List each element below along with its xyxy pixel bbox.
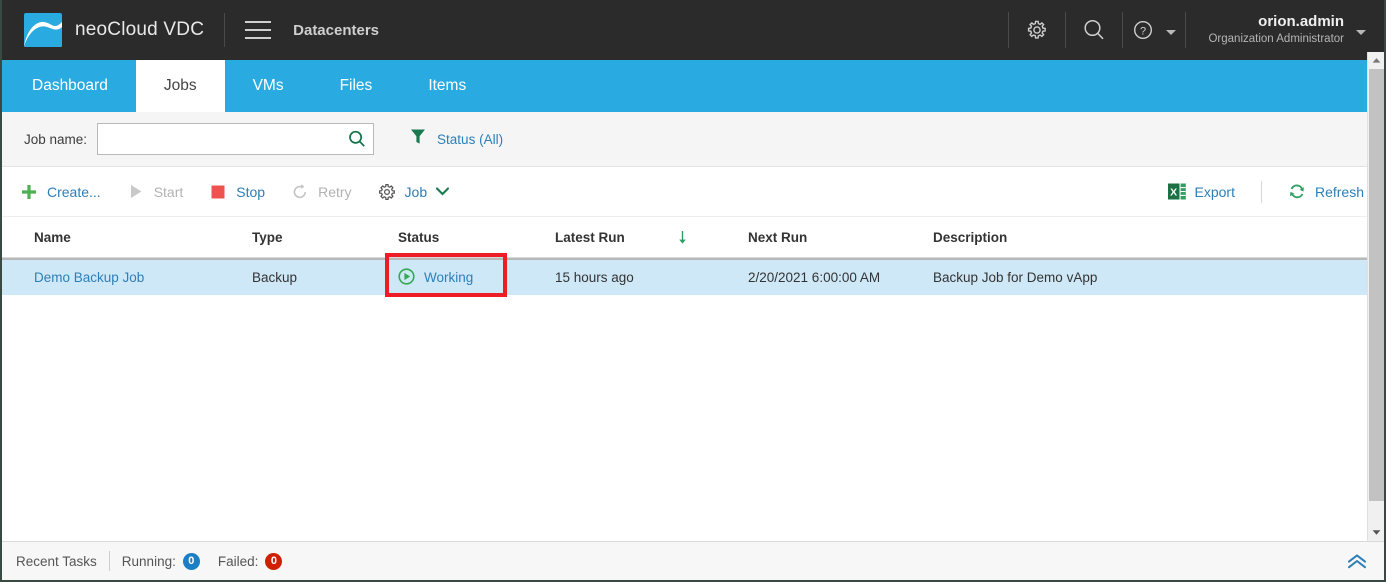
- column-header-name[interactable]: Name: [34, 230, 252, 245]
- column-header-type[interactable]: Type: [252, 230, 398, 245]
- start-button-label: Start: [153, 183, 184, 200]
- svg-text:X: X: [1170, 186, 1177, 198]
- tab-vms[interactable]: VMs: [225, 60, 312, 112]
- plus-icon: [20, 184, 38, 200]
- tab-dashboard[interactable]: Dashboard: [4, 60, 136, 112]
- recent-tasks-label[interactable]: Recent Tasks: [16, 554, 97, 569]
- double-chevron-up-icon: [1348, 553, 1366, 568]
- main-tab-bar: Dashboard Jobs VMs Files Items: [2, 60, 1384, 112]
- scroll-down-button[interactable]: [1368, 524, 1384, 541]
- funnel-icon: [410, 128, 426, 150]
- settings-button[interactable]: [1009, 0, 1065, 60]
- chevron-down-icon: [436, 187, 450, 196]
- brand-area[interactable]: neoCloud VDC: [2, 13, 204, 47]
- job-next-run-cell: 2/20/2021 6:00:00 AM: [748, 270, 881, 285]
- brand-name: neoCloud VDC: [75, 19, 205, 40]
- job-latest-run-cell: 15 hours ago: [555, 270, 634, 285]
- tab-items[interactable]: Items: [400, 60, 494, 112]
- caret-down-icon: [1372, 530, 1381, 535]
- table-row[interactable]: Demo Backup Job Backup Working 15 hours …: [2, 258, 1384, 295]
- sort-descending-icon: [677, 230, 688, 245]
- failed-tasks-group[interactable]: Failed: 0: [217, 552, 283, 570]
- expand-status-panel-button[interactable]: [1346, 553, 1368, 569]
- jobs-table: Name Type Status Latest Run Next Run Des…: [2, 217, 1384, 297]
- top-header-bar: neoCloud VDC Datacenters ? orion.admin O…: [2, 0, 1384, 60]
- status-filter-label: Status (All): [437, 131, 504, 147]
- create-button[interactable]: Create...: [20, 184, 101, 200]
- gear-icon: [378, 183, 396, 201]
- job-status-cell: Working: [398, 267, 555, 288]
- user-menu[interactable]: orion.admin Organization Administrator: [1186, 13, 1366, 46]
- search-icon[interactable]: [347, 129, 367, 149]
- column-header-description[interactable]: Description: [933, 230, 1233, 245]
- action-toolbar: Create... Start Stop Retry Job X Export …: [2, 167, 1384, 217]
- neocloud-logo-icon: [24, 13, 62, 47]
- header-divider-1: [224, 13, 226, 47]
- job-status-label: Working: [424, 270, 474, 285]
- play-circle-icon: [398, 267, 415, 288]
- retry-button-label: Retry: [318, 183, 352, 200]
- chevron-down-icon: [1166, 29, 1177, 35]
- running-count-badge: 0: [182, 552, 200, 570]
- job-description-cell: Backup Job for Demo vApp: [933, 270, 1098, 285]
- stop-square-icon: [209, 185, 227, 199]
- export-button[interactable]: X Export: [1167, 183, 1235, 200]
- job-name-search-box[interactable]: [97, 123, 375, 155]
- search-icon: [1084, 19, 1105, 40]
- column-header-latest-run-label: Latest Run: [555, 229, 625, 245]
- filter-bar: Job name: Status (All): [2, 112, 1384, 167]
- column-header-status[interactable]: Status: [398, 230, 555, 245]
- application-window: neoCloud VDC Datacenters ? orion.admin O…: [0, 0, 1386, 582]
- tab-jobs[interactable]: Jobs: [135, 60, 225, 112]
- retry-button[interactable]: Retry: [291, 183, 352, 200]
- toolbar-divider: [1260, 180, 1262, 203]
- running-label: Running:: [121, 553, 176, 569]
- status-filter-button[interactable]: Status (All): [410, 128, 503, 150]
- export-button-label: Export: [1194, 183, 1235, 200]
- refresh-icon: [1288, 183, 1306, 201]
- status-bar: Recent Tasks Running: 0 Failed: 0: [2, 541, 1384, 580]
- failed-count-badge: 0: [265, 552, 283, 570]
- table-header-row: Name Type Status Latest Run Next Run Des…: [2, 217, 1384, 258]
- tab-files[interactable]: Files: [312, 60, 401, 112]
- stop-button[interactable]: Stop: [209, 184, 265, 200]
- create-button-label: Create...: [47, 183, 101, 200]
- job-type-cell: Backup: [252, 270, 298, 285]
- refresh-button-label: Refresh: [1314, 183, 1364, 200]
- scroll-up-button[interactable]: [1368, 52, 1384, 69]
- job-name-link[interactable]: Demo Backup Job: [34, 270, 252, 285]
- user-role: Organization Administrator: [1208, 33, 1344, 46]
- chevron-down-icon: [1356, 29, 1366, 35]
- scrollbar-thumb[interactable]: [1369, 69, 1384, 501]
- retry-arrow-icon: [291, 183, 309, 200]
- column-header-latest-run[interactable]: Latest Run: [555, 230, 713, 245]
- failed-label: Failed:: [217, 553, 259, 569]
- play-icon: [127, 184, 145, 199]
- search-button[interactable]: [1066, 0, 1122, 60]
- job-name-label: Job name:: [24, 131, 88, 147]
- gear-icon: [1028, 20, 1047, 39]
- hamburger-icon[interactable]: [245, 21, 272, 39]
- help-button[interactable]: ?: [1123, 0, 1185, 60]
- vertical-scrollbar[interactable]: [1367, 52, 1384, 541]
- breadcrumb[interactable]: Datacenters: [293, 22, 379, 39]
- user-name: orion.admin: [1258, 13, 1344, 31]
- help-circle-icon: ?: [1134, 20, 1153, 40]
- caret-up-icon: [1372, 58, 1380, 63]
- column-header-next-run[interactable]: Next Run: [713, 230, 933, 245]
- running-tasks-group[interactable]: Running: 0: [121, 552, 200, 570]
- excel-export-icon: X: [1167, 183, 1186, 200]
- svg-text:?: ?: [1140, 25, 1146, 37]
- start-button[interactable]: Start: [127, 183, 184, 200]
- job-name-input[interactable]: [106, 131, 348, 147]
- refresh-button[interactable]: Refresh: [1288, 183, 1364, 201]
- stop-button-label: Stop: [236, 183, 266, 200]
- job-menu-label: Job: [404, 183, 428, 200]
- toolbar-right-group: X Export Refresh: [1142, 180, 1364, 203]
- status-bar-divider: [108, 551, 110, 571]
- job-menu-button[interactable]: Job: [378, 183, 450, 201]
- header-right-group: ? orion.admin Organization Administrator: [1008, 0, 1384, 60]
